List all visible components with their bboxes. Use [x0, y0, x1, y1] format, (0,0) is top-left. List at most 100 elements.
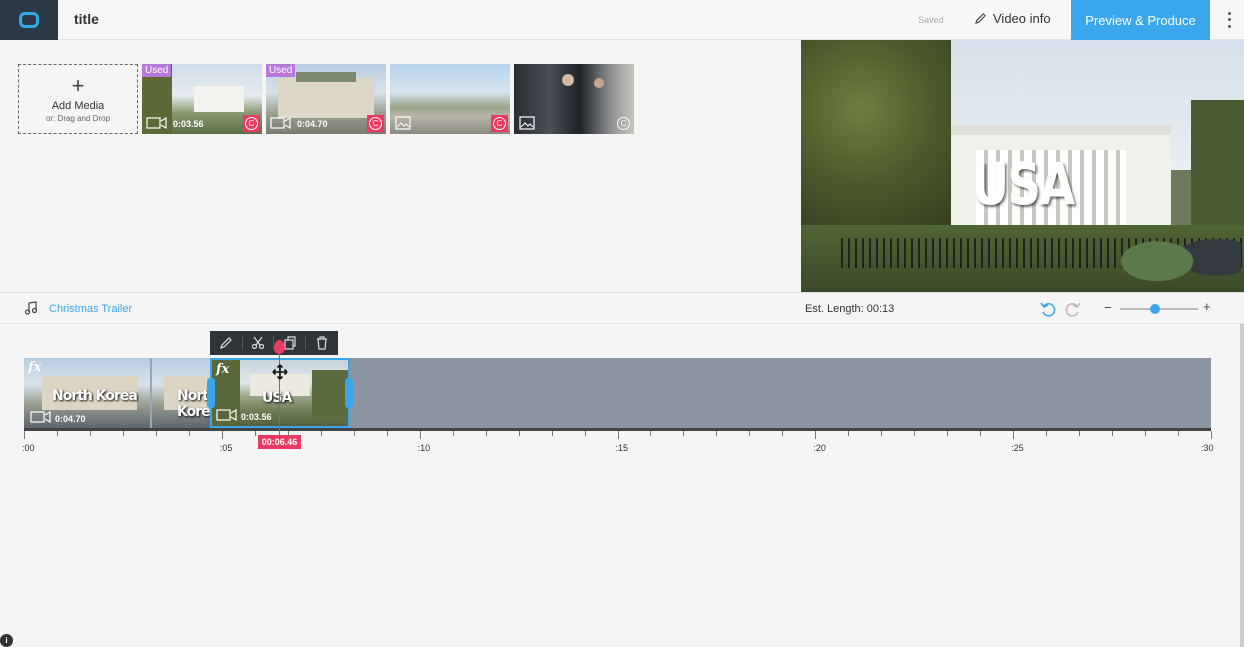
- saved-status: Saved: [918, 15, 944, 25]
- timeline-ruler[interactable]: [24, 431, 1212, 441]
- edit-clip-button[interactable]: [217, 334, 235, 352]
- more-options-icon[interactable]: [1220, 10, 1238, 30]
- ruler-tick: [419, 431, 421, 439]
- image-icon: [395, 116, 411, 130]
- clip-caption: North Korea: [52, 388, 138, 404]
- video-preview[interactable]: USA: [801, 40, 1244, 292]
- timeline-clip[interactable]: fx North Korea North Korea 0:04.70: [24, 358, 212, 428]
- info-icon[interactable]: i: [0, 634, 13, 647]
- ruler-tick: [24, 431, 25, 439]
- media-item[interactable]: C: [514, 64, 634, 134]
- logo-icon: [19, 12, 39, 28]
- ruler-tick: [89, 431, 91, 436]
- plus-icon: +: [71, 72, 85, 98]
- ruler-tick: [947, 431, 949, 436]
- fx-icon[interactable]: fx: [28, 360, 41, 375]
- ruler-tick: [1178, 431, 1180, 436]
- delete-clip-button[interactable]: [313, 334, 331, 352]
- media-library: + Add Media or: Drag and Drop Used 0:03.…: [0, 40, 801, 292]
- trim-handle-right[interactable]: [345, 378, 353, 408]
- pencil-icon: [974, 13, 986, 25]
- ruler-label: :05: [219, 443, 233, 453]
- ruler-tick: [188, 431, 190, 436]
- ruler-tick: [254, 431, 256, 436]
- ruler-tick: [221, 431, 223, 439]
- video-info-button[interactable]: Video info: [974, 11, 1051, 26]
- app-header: title Saved Video info Preview & Produce: [0, 0, 1244, 40]
- ruler-tick: [848, 431, 850, 436]
- preview-caption: USA: [971, 150, 1075, 218]
- music-note-icon: [24, 301, 38, 315]
- ruler-tick: [1079, 431, 1081, 436]
- ruler-label: :00: [22, 443, 35, 453]
- ruler-label: :15: [615, 443, 629, 453]
- copyright-icon: C: [243, 115, 260, 132]
- media-item[interactable]: C: [390, 64, 510, 134]
- copyright-icon: C: [615, 115, 632, 132]
- ruler-tick: [287, 431, 289, 436]
- ruler-tick: [1211, 431, 1212, 439]
- video-camera-icon: [270, 116, 291, 130]
- media-item[interactable]: Used 0:04.70 C: [266, 64, 386, 134]
- ruler-tick: [56, 431, 58, 436]
- video-camera-icon: [30, 410, 51, 424]
- ruler-tick: [155, 431, 157, 436]
- ruler-tick: [749, 431, 751, 436]
- clip-duration: 0:04.70: [55, 414, 86, 424]
- ruler-tick: [1046, 431, 1048, 436]
- media-item[interactable]: Used 0:03.56 C: [142, 64, 262, 134]
- ruler-tick: [815, 431, 817, 439]
- zoom-in-button[interactable]: +: [1203, 299, 1211, 314]
- undo-icon[interactable]: [1039, 300, 1057, 318]
- ruler-tick: [683, 431, 685, 436]
- copyright-icon: C: [491, 115, 508, 132]
- ruler-tick: [353, 431, 355, 436]
- music-track-link[interactable]: Christmas Trailer: [49, 303, 132, 315]
- ruler-tick: [881, 431, 883, 436]
- playhead-line: [279, 350, 280, 435]
- estimated-length: Est. Length: 00:13: [805, 303, 895, 315]
- project-title[interactable]: title: [74, 11, 99, 27]
- ruler-tick: [452, 431, 454, 436]
- video-info-label: Video info: [993, 11, 1051, 26]
- video-camera-icon: [216, 408, 237, 422]
- ruler-tick: [518, 431, 520, 436]
- trash-icon: [316, 336, 327, 350]
- ruler-tick: [980, 431, 982, 436]
- ruler-label: :10: [417, 443, 431, 453]
- ruler-tick: [584, 431, 586, 436]
- redo-icon[interactable]: [1064, 300, 1082, 318]
- zoom-slider-handle[interactable]: [1150, 304, 1161, 314]
- ruler-tick: [782, 431, 784, 436]
- zoom-out-button[interactable]: −: [1104, 300, 1112, 315]
- ruler-tick: [617, 431, 619, 439]
- clip-duration: 0:03.56: [241, 412, 272, 422]
- music-bar: Christmas Trailer Est. Length: 00:13 − +: [0, 292, 1244, 324]
- image-icon: [519, 116, 535, 130]
- preview-produce-button[interactable]: Preview & Produce: [1071, 0, 1210, 40]
- trim-handle-left[interactable]: [207, 378, 215, 408]
- playhead-handle[interactable]: [274, 340, 285, 354]
- used-badge: Used: [142, 64, 172, 77]
- ruler-tick: [1013, 431, 1015, 439]
- video-camera-icon: [146, 116, 167, 130]
- app-logo[interactable]: [0, 0, 58, 40]
- ruler-tick: [716, 431, 718, 436]
- clip-caption: USA: [262, 390, 292, 406]
- scissors-icon: [251, 336, 265, 350]
- ruler-tick: [1112, 431, 1114, 436]
- move-cursor-icon: [272, 364, 288, 380]
- ruler-tick: [551, 431, 553, 436]
- media-duration: 0:04.70: [297, 119, 328, 129]
- ruler-tick: [122, 431, 124, 436]
- timeline-scrollbar[interactable]: [1240, 324, 1244, 647]
- add-media-button[interactable]: + Add Media or: Drag and Drop: [18, 64, 138, 134]
- media-duration: 0:03.56: [173, 119, 204, 129]
- add-media-sub: or: Drag and Drop: [45, 113, 111, 123]
- split-clip-button[interactable]: [249, 334, 267, 352]
- add-media-label: Add Media: [51, 99, 105, 112]
- ruler-tick: [650, 431, 652, 436]
- ruler-tick: [320, 431, 322, 436]
- fx-icon[interactable]: fx: [216, 362, 229, 377]
- copyright-icon: C: [367, 115, 384, 132]
